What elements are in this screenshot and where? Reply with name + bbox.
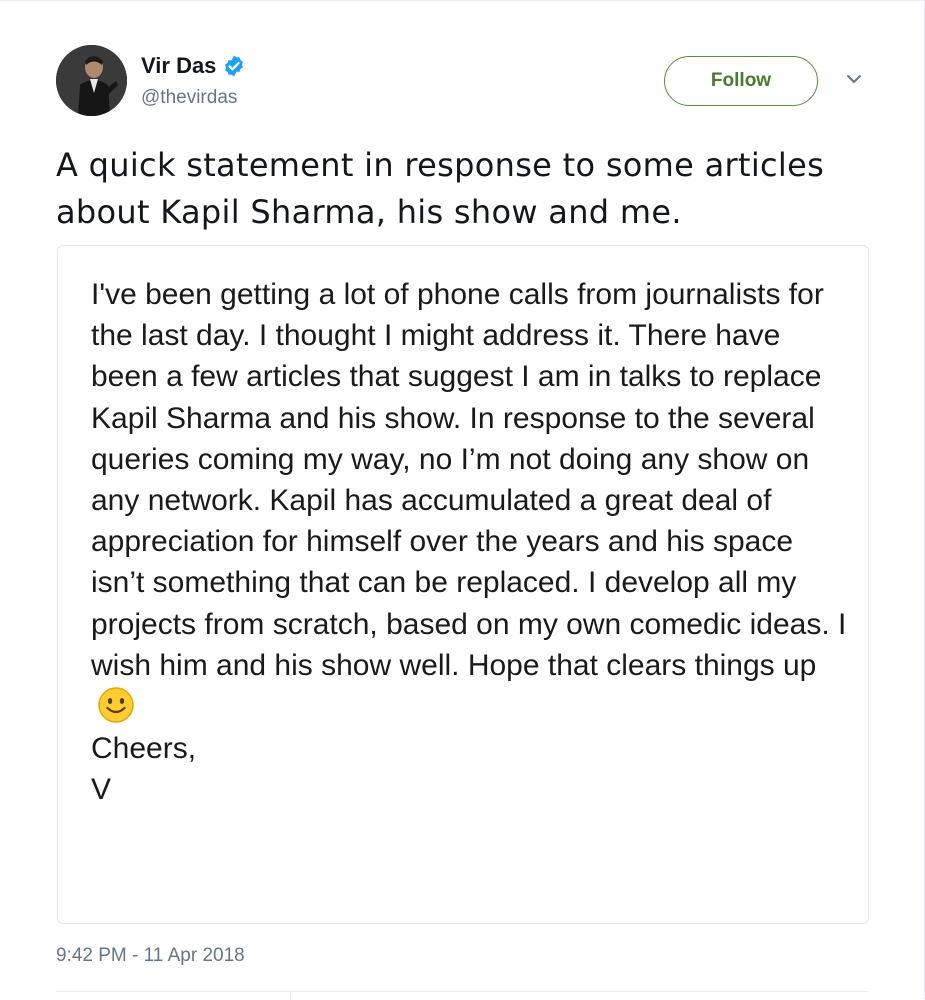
avatar[interactable] xyxy=(56,45,127,116)
attached-statement-image[interactable]: I've been getting a lot of phone calls f… xyxy=(57,245,869,924)
chevron-down-icon[interactable] xyxy=(843,71,865,87)
author-handle[interactable]: @thevirdas xyxy=(141,87,237,109)
divider xyxy=(56,991,868,992)
tweet-card: Vir Das @thevirdas Follow A quick statem… xyxy=(0,0,925,1000)
statement-body: I've been getting a lot of phone calls f… xyxy=(91,278,847,682)
follow-button[interactable]: Follow xyxy=(664,56,818,106)
statement-text: I've been getting a lot of phone calls f… xyxy=(91,274,851,811)
smiley-emoji-icon xyxy=(98,687,134,723)
tweet-timestamp[interactable]: 9:42 PM - 11 Apr 2018 xyxy=(56,945,245,967)
author-name[interactable]: Vir Das xyxy=(141,53,216,79)
profile-photo-icon xyxy=(56,45,127,116)
tweet-text: A quick statement in response to some ar… xyxy=(56,146,825,231)
verified-badge-icon xyxy=(225,55,244,77)
statement-signoff: Cheers, xyxy=(91,732,197,766)
author-name-row[interactable]: Vir Das xyxy=(141,53,246,79)
statement-signature: V xyxy=(91,773,112,807)
